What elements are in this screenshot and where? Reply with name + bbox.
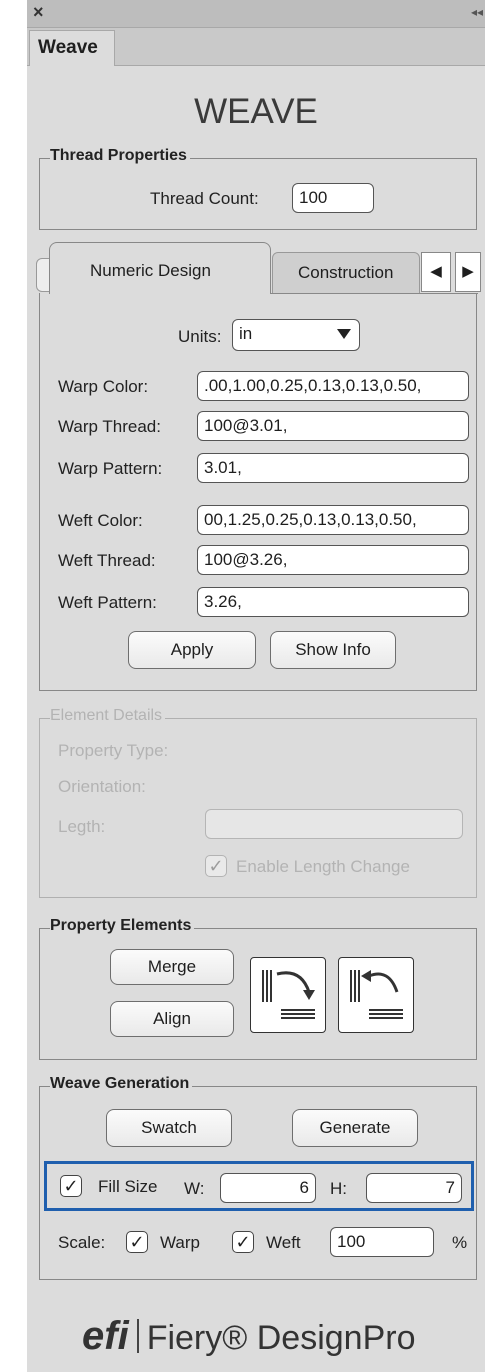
product-name: Fiery® DesignPro — [146, 1319, 416, 1357]
warp-checkbox[interactable]: ✓ — [126, 1231, 148, 1253]
enable-length-label: Enable Length Change — [236, 857, 410, 876]
element-details-group: Element Details Property Type: Orientati… — [39, 707, 477, 898]
weft-thread-label: Weft Thread: — [58, 551, 156, 570]
swatch-button[interactable]: Swatch — [106, 1109, 232, 1147]
units-value: in — [239, 324, 253, 343]
warp-thread-label: Warp Thread: — [58, 417, 161, 436]
length-label: Legth: — [58, 817, 106, 836]
weft-pattern-input[interactable]: 3.26, — [197, 587, 469, 617]
thread-count-input[interactable]: 100 — [292, 183, 374, 213]
weave-generation-legend: Weave Generation — [50, 1075, 193, 1093]
warp-pattern-input[interactable]: 3.01, — [197, 453, 469, 483]
rotate-left-icon — [350, 970, 403, 1019]
h-label: H: — [330, 1179, 347, 1198]
efi-logo: efi — [82, 1314, 129, 1358]
scale-input[interactable]: 100 — [330, 1227, 434, 1257]
thread-properties-legend: Thread Properties — [50, 147, 190, 165]
warp-pattern-label: Warp Pattern: — [58, 459, 163, 478]
orientation-label: Orientation: — [58, 777, 146, 796]
tab-numeric-design[interactable]: Numeric Design — [49, 242, 271, 294]
units-label: Units: — [178, 327, 222, 346]
property-elements-legend: Property Elements — [50, 917, 195, 935]
weave-generation-group: Weave Generation Swatch Generate ✓ Fill … — [39, 1075, 477, 1280]
thread-count-label: Thread Count: — [150, 189, 259, 208]
tab-scroll-right-button[interactable]: ▶ — [455, 252, 481, 292]
weft-thread-input[interactable]: 100@3.26, — [197, 545, 469, 575]
tab-construction-label: Construction — [298, 263, 394, 282]
w-label: W: — [184, 1179, 205, 1198]
generate-button[interactable]: Generate — [292, 1109, 418, 1147]
align-button[interactable]: Align — [110, 1001, 234, 1037]
rotate-right-button[interactable] — [250, 957, 326, 1033]
fill-size-label: Fill Size — [98, 1177, 158, 1196]
show-info-button[interactable]: Show Info — [270, 631, 396, 669]
fill-size-checkbox[interactable]: ✓ — [60, 1175, 82, 1197]
warp-label: Warp — [160, 1233, 200, 1252]
property-elements-group: Property Elements Merge Align — [39, 917, 477, 1060]
collapse-icon[interactable]: ◂◂ — [471, 5, 483, 19]
logo-divider — [136, 1319, 139, 1353]
units-select[interactable]: in — [232, 319, 360, 351]
thread-properties-group: Thread Properties Thread Count: 100 — [39, 147, 477, 230]
rotate-right-icon — [262, 970, 315, 1019]
tab-numeric-design-label: Numeric Design — [90, 261, 211, 280]
length-input — [205, 809, 463, 839]
weave-panel: × ◂◂ Weave WEAVE Thread Properties Threa… — [27, 0, 485, 1372]
percent-label: % — [452, 1233, 468, 1252]
rotate-left-button[interactable] — [338, 957, 414, 1033]
merge-button[interactable]: Merge — [110, 949, 234, 985]
numeric-design-panel: Units: in Warp Color: .00,1.00,0.25,0.13… — [39, 293, 478, 691]
width-input[interactable]: 6 — [220, 1173, 316, 1203]
panel-titlebar: × ◂◂ — [27, 0, 485, 28]
weft-label: Weft — [266, 1233, 301, 1252]
scale-label: Scale: — [58, 1233, 106, 1252]
weft-color-input[interactable]: 00,1.25,0.25,0.13,0.13,0.50, — [197, 505, 469, 535]
tab-scroll-left-icon[interactable] — [36, 258, 50, 292]
property-type-label: Property Type: — [58, 741, 169, 760]
tab-scroll-left-button[interactable]: ◀ — [421, 252, 451, 292]
element-details-legend: Element Details — [50, 707, 166, 725]
enable-length-checkbox: ✓ — [205, 855, 227, 877]
close-icon[interactable]: × — [33, 2, 44, 23]
page-title: WEAVE — [194, 92, 318, 131]
tab-construction[interactable]: Construction — [272, 252, 420, 294]
warp-color-input[interactable]: .00,1.00,0.25,0.13,0.13,0.50, — [197, 371, 469, 401]
warp-color-label: Warp Color: — [58, 377, 149, 396]
apply-button[interactable]: Apply — [128, 631, 256, 669]
height-input[interactable]: 7 — [366, 1173, 462, 1203]
warp-thread-input[interactable]: 100@3.01, — [197, 411, 469, 441]
panel-tabstrip: Weave — [27, 28, 485, 66]
weft-checkbox[interactable]: ✓ — [232, 1231, 254, 1253]
weft-color-label: Weft Color: — [58, 511, 143, 530]
weft-pattern-label: Weft Pattern: — [58, 593, 157, 612]
fiery-designpro-logo: efi Fiery® DesignPro — [82, 1314, 415, 1359]
tab-weave[interactable]: Weave — [29, 30, 115, 66]
dropdown-arrow-icon — [337, 329, 351, 339]
